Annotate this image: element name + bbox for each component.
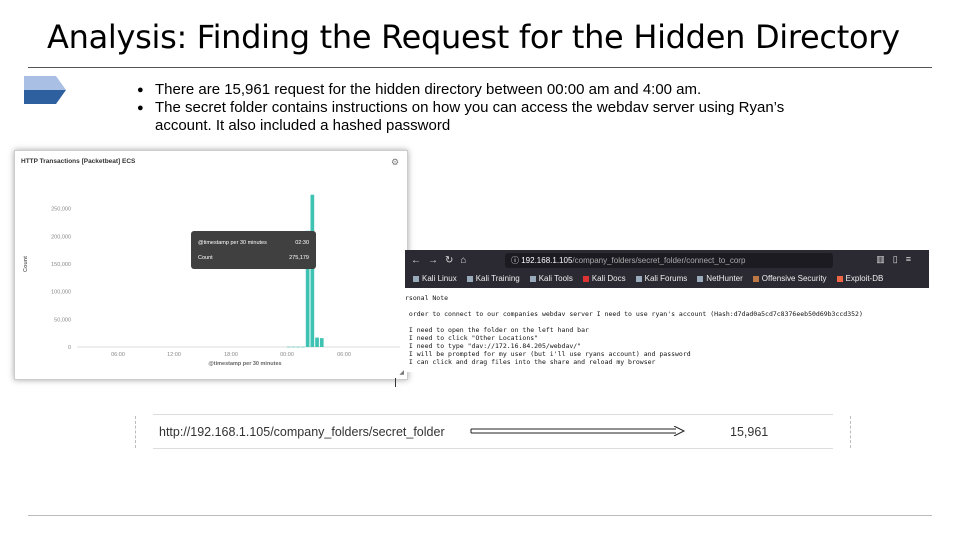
bookmark-icon (697, 275, 704, 282)
bookmark-item[interactable]: Kali Forums (635, 274, 688, 286)
y-tick-label: 50,000 (54, 317, 71, 323)
bar-00:30 (291, 346, 296, 348)
bookmark-icon (413, 275, 419, 282)
page-text-line (405, 318, 863, 326)
page-text-line: I will be prompted for my user (but i'll… (405, 350, 691, 358)
tooltip-count-value: 275,179 (289, 255, 309, 261)
bar-01:00 (296, 346, 301, 348)
bookmarks-bar: Kali Linux Kali Training Kali Tools Kali Do… (413, 274, 883, 286)
forward-icon[interactable]: → (428, 255, 445, 266)
arrow-right-icon (470, 426, 686, 436)
slide-title: Analysis: Finding the Request for the Hi… (47, 18, 900, 56)
url-host: 192.168.1.105 (521, 256, 573, 265)
bookmark-item[interactable]: Offensive Security (752, 274, 827, 286)
bookmark-icon (529, 275, 536, 282)
y-tick-label: 0 (68, 345, 71, 351)
bookmark-item[interactable]: Exploit-DB (836, 274, 884, 286)
bookmark-icon (836, 275, 843, 282)
bookmark-icon (635, 275, 642, 282)
library-icon[interactable]: ▥ (876, 254, 893, 264)
tooltip-key-value: 02:30 (295, 240, 309, 246)
x-tick-label: 06:00 (111, 352, 125, 358)
page-text-line: I can click and drag files into the shar… (405, 358, 656, 366)
text-cursor (395, 378, 396, 387)
bullet-item: The secret folder contains instructions … (137, 99, 837, 135)
bookmark-label: Kali Forums (644, 274, 688, 283)
bookmark-label: Kali Docs (591, 274, 626, 283)
result-row: http://192.168.1.105/company_folders/sec… (135, 414, 851, 449)
bookmark-label: Offensive Security (761, 274, 827, 283)
y-axis-title: Count (23, 256, 29, 272)
bookmark-item[interactable]: Kali Training (466, 274, 520, 286)
tooltip-key-label: @timestamp per 30 minutes (198, 240, 267, 246)
resize-handle-icon[interactable]: ◢ (399, 369, 404, 376)
bar-00:00 (287, 346, 291, 348)
row-bottom-border (153, 448, 833, 449)
kibana-chart-panel: HTTP Transactions [Packetbeat] ECS ⚙ 0 50… (14, 150, 408, 380)
tooltip-count-label: Count (198, 255, 213, 261)
y-tick-label: 200,000 (51, 234, 71, 240)
bookmark-icon (466, 275, 473, 282)
title-divider (28, 67, 932, 68)
x-tick-label: 18:00 (224, 352, 238, 358)
address-bar[interactable]: ⓘ 192.168.1.105/company_folders/secret_f… (505, 253, 833, 268)
chart-tooltip: @timestamp per 30 minutes 02:30 Count 27… (191, 231, 316, 269)
result-count: 15,961 (730, 425, 769, 439)
row-top-border (153, 414, 833, 415)
page-text-line: I need to open the folder on the left ha… (405, 326, 589, 334)
x-tick-label: 12:00 (167, 352, 181, 358)
x-axis-title: @timestamp per 30 minutes (208, 361, 281, 367)
bookmark-icon (582, 275, 589, 282)
bookmark-label: NetHunter (706, 274, 743, 283)
row-dashed-border-left (135, 416, 136, 448)
browser-toolbar: ←→↻⌂ ⓘ 192.168.1.105/company_folders/sec… (405, 250, 929, 288)
bar-03:30 (319, 338, 324, 347)
back-icon[interactable]: ← (411, 255, 428, 266)
nav-buttons: ←→↻⌂ (411, 255, 473, 266)
bullet-list: There are 15,961 request for the hidden … (137, 81, 837, 135)
bar-03:00 (315, 337, 319, 347)
bookmark-label: Exploit-DB (845, 274, 884, 283)
bookmark-item[interactable]: Kali Linux (413, 274, 457, 286)
browser-screenshot: ←→↻⌂ ⓘ 192.168.1.105/company_folders/sec… (405, 250, 929, 372)
bookmark-item[interactable]: Kali Tools (529, 274, 573, 286)
page-text-line (405, 302, 863, 310)
reload-icon[interactable]: ↻ (445, 255, 460, 266)
bookmark-icon (752, 275, 759, 282)
toolbar-right-icons: ▥▯≡ (876, 254, 919, 265)
result-url: http://192.168.1.105/company_folders/sec… (159, 425, 445, 439)
home-icon[interactable]: ⌂ (460, 255, 473, 266)
bar-02:30 (310, 194, 315, 347)
bookmark-item[interactable]: Kali Docs (582, 274, 626, 286)
bookmark-label: Kali Linux (422, 274, 457, 283)
page-text-line: order to connect to our companies webdav… (405, 310, 863, 318)
page-text-line: I need to click "Other Locations" (405, 334, 539, 342)
menu-icon[interactable]: ≡ (906, 254, 919, 264)
info-icon: ⓘ (511, 256, 522, 265)
arrow-badge-icon (24, 76, 66, 104)
bullet-item: There are 15,961 request for the hidden … (137, 81, 837, 99)
x-tick-label: 06:00 (337, 352, 351, 358)
sidebar-icon[interactable]: ▯ (893, 254, 906, 264)
url-path: /company_folders/secret_folder/connect_t… (572, 256, 746, 265)
x-tick-label: 00:00 (280, 352, 294, 358)
page-text-line: I need to type "dav://172.16.84.205/webd… (405, 342, 582, 350)
page-content: rsonal Note order to connect to our comp… (405, 294, 863, 366)
page-text-line: rsonal Note (405, 294, 449, 302)
bookmark-label: Kali Training (475, 274, 520, 283)
y-tick-label: 100,000 (51, 290, 71, 296)
y-tick-label: 150,000 (51, 262, 71, 268)
bar-01:30 (301, 346, 305, 348)
bookmark-label: Kali Tools (538, 274, 573, 283)
row-dashed-border-right (850, 416, 851, 448)
y-tick-label: 250,000 (51, 207, 71, 213)
bookmark-item[interactable]: NetHunter (697, 274, 743, 286)
footer-divider (28, 515, 932, 516)
